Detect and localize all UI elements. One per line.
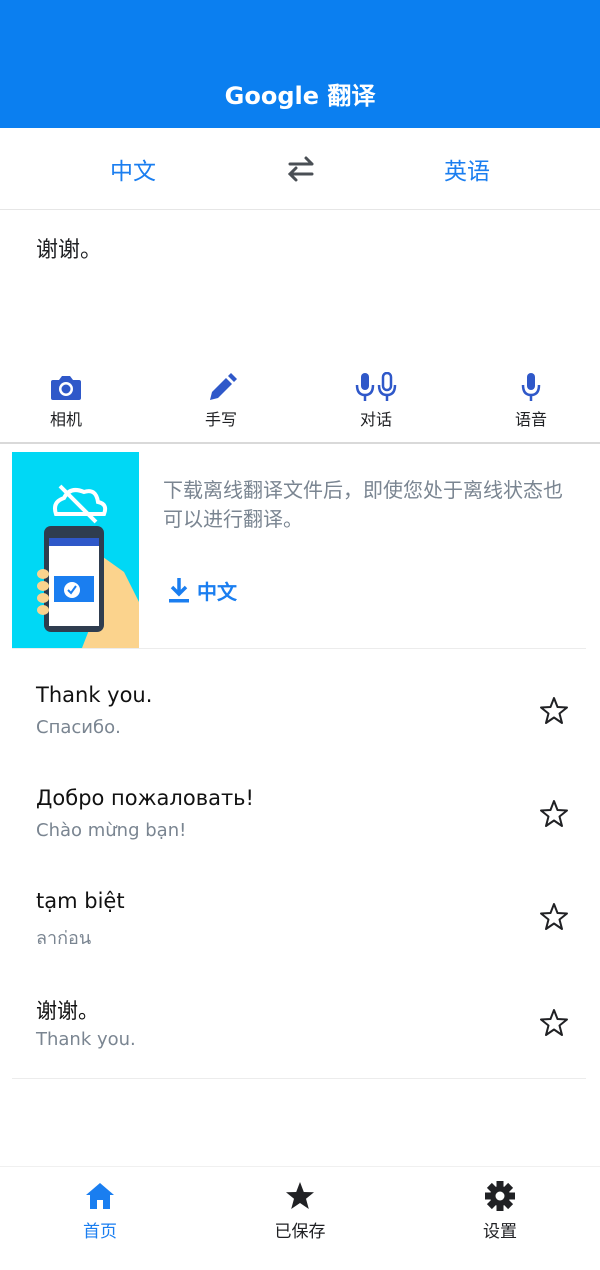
- voice-button[interactable]: 语音: [481, 372, 581, 430]
- star-icon: [286, 1182, 314, 1209]
- offline-message: 下载离线翻译文件后，即使您处于离线状态也可以进行翻译。: [163, 478, 563, 531]
- conversation-button[interactable]: 对话: [326, 372, 426, 430]
- home-icon: [86, 1183, 114, 1209]
- translation-history: Thank you. Спасибо. Добро пожаловать! Ch…: [12, 658, 586, 1079]
- cloud-off-icon: [53, 484, 108, 524]
- history-item[interactable]: tạm biệt ลาก่อน: [12, 864, 586, 964]
- history-translation-text: Спасибо.: [36, 717, 121, 738]
- nav-saved-label: 已保存: [274, 1222, 326, 1242]
- handwrite-label: 手写: [204, 410, 237, 429]
- target-language-button[interactable]: 英语: [444, 152, 490, 186]
- download-icon: [169, 578, 189, 603]
- star-outline-icon[interactable]: [539, 1008, 569, 1038]
- handwrite-button[interactable]: 手写: [171, 372, 271, 430]
- download-chinese-button[interactable]: 中文: [167, 574, 237, 606]
- input-tools: 相机 手写 对话 语音: [0, 360, 600, 444]
- star-outline-icon[interactable]: [539, 902, 569, 932]
- history-item[interactable]: Добро пожаловать! Chào mừng bạn!: [12, 761, 586, 861]
- history-source-text: tạm biệt: [36, 889, 125, 913]
- star-outline-icon[interactable]: [539, 799, 569, 829]
- bottom-navigation: 首页 已保存 设置: [0, 1166, 600, 1270]
- history-translation-text: Chào mừng bạn!: [36, 820, 187, 841]
- pen-icon: [210, 373, 237, 400]
- nav-settings-label: 设置: [483, 1222, 517, 1242]
- star-outline-icon[interactable]: [539, 696, 569, 726]
- history-item[interactable]: Thank you. Спасибо.: [12, 658, 586, 758]
- gear-icon: [485, 1181, 515, 1211]
- dual-mic-icon: [355, 372, 397, 401]
- language-bar: 中文 英语: [0, 128, 600, 210]
- nav-saved[interactable]: 已保存: [245, 1181, 355, 1242]
- history-source-text: 谢谢。: [36, 999, 99, 1023]
- mic-icon: [521, 373, 541, 401]
- conversation-label: 对话: [359, 410, 392, 429]
- history-translation-text: Thank you.: [36, 1029, 136, 1050]
- history-translation-text: ลาก่อน: [36, 928, 92, 949]
- nav-settings[interactable]: 设置: [445, 1181, 555, 1242]
- history-item[interactable]: 谢谢。 Thank you.: [12, 970, 586, 1070]
- offline-download-card: 下载离线翻译文件后，即使您处于离线状态也可以进行翻译。 中文: [12, 452, 586, 649]
- nav-home-label: 首页: [83, 1222, 117, 1242]
- swap-languages-icon[interactable]: [284, 154, 318, 184]
- camera-label: 相机: [49, 410, 82, 429]
- history-source-text: Добро пожаловать!: [36, 786, 254, 810]
- camera-button[interactable]: 相机: [16, 372, 116, 430]
- app-header: Google 翻译: [0, 0, 600, 128]
- nav-home[interactable]: 首页: [45, 1181, 155, 1242]
- offline-illustration: [12, 452, 139, 648]
- app-title: Google 翻译: [224, 82, 376, 110]
- input-text[interactable]: 谢谢。: [36, 232, 102, 264]
- voice-label: 语音: [514, 410, 547, 429]
- download-label: 中文: [197, 579, 237, 604]
- history-source-text: Thank you.: [36, 683, 153, 707]
- translation-input-area[interactable]: 谢谢。: [0, 210, 600, 360]
- camera-icon: [51, 376, 81, 400]
- source-language-button[interactable]: 中文: [110, 152, 156, 186]
